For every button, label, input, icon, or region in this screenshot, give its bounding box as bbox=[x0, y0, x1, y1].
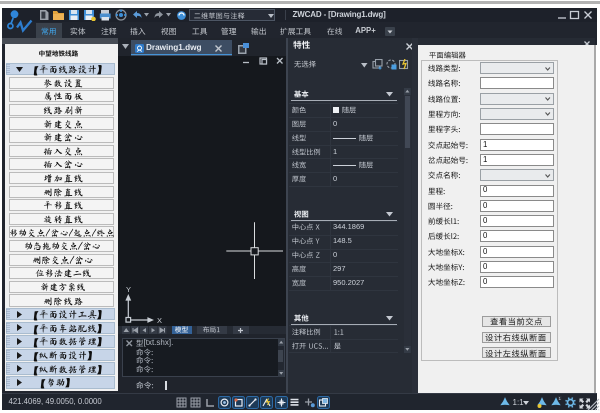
svg-text:Y: Y bbox=[126, 285, 131, 294]
svg-text:X: X bbox=[157, 316, 162, 325]
